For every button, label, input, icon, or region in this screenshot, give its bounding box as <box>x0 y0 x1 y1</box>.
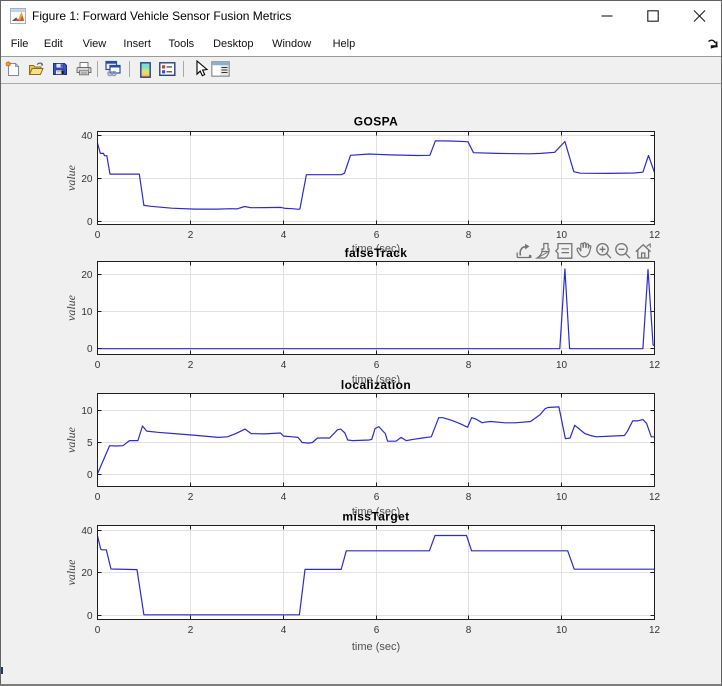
svg-text:12: 12 <box>649 625 661 636</box>
svg-text:2: 2 <box>188 360 194 371</box>
svg-text:10: 10 <box>81 406 93 417</box>
svg-text:0: 0 <box>87 470 93 481</box>
svg-text:8: 8 <box>466 625 472 636</box>
svg-text:GOSPA: GOSPA <box>354 114 398 128</box>
svg-text:10: 10 <box>81 307 93 318</box>
svg-text:10: 10 <box>556 625 568 636</box>
svg-text:10: 10 <box>556 360 568 371</box>
svg-text:value: value <box>64 294 78 321</box>
svg-text:0: 0 <box>95 625 101 636</box>
svg-text:6: 6 <box>374 360 380 371</box>
svg-text:12: 12 <box>649 492 661 503</box>
svg-text:2: 2 <box>188 625 194 636</box>
svg-text:6: 6 <box>374 492 380 503</box>
svg-text:5: 5 <box>87 438 93 449</box>
svg-text:time (sec): time (sec) <box>352 641 400 653</box>
svg-text:8: 8 <box>466 230 472 241</box>
svg-text:4: 4 <box>281 625 287 636</box>
svg-text:10: 10 <box>556 492 568 503</box>
svg-text:2: 2 <box>188 492 194 503</box>
svg-text:40: 40 <box>81 526 93 537</box>
svg-text:4: 4 <box>281 230 287 241</box>
svg-text:20: 20 <box>81 568 93 579</box>
svg-text:20: 20 <box>81 270 93 281</box>
svg-text:20: 20 <box>81 174 93 185</box>
svg-text:6: 6 <box>374 625 380 636</box>
svg-text:value: value <box>64 426 78 453</box>
svg-text:0: 0 <box>95 492 101 503</box>
svg-text:falseTrack: falseTrack <box>345 246 408 260</box>
svg-text:missTarget: missTarget <box>342 509 409 523</box>
svg-text:10: 10 <box>556 230 568 241</box>
svg-text:0: 0 <box>87 611 93 622</box>
svg-text:6: 6 <box>374 230 380 241</box>
svg-text:8: 8 <box>466 360 472 371</box>
svg-text:0: 0 <box>95 360 101 371</box>
svg-text:0: 0 <box>95 230 101 241</box>
svg-text:12: 12 <box>649 230 661 241</box>
svg-text:value: value <box>64 164 78 191</box>
svg-text:4: 4 <box>281 360 287 371</box>
svg-text:value: value <box>64 559 78 586</box>
svg-text:4: 4 <box>281 492 287 503</box>
svg-text:40: 40 <box>81 131 93 142</box>
svg-text:0: 0 <box>87 217 93 228</box>
svg-text:12: 12 <box>649 360 661 371</box>
svg-text:localization: localization <box>341 378 411 392</box>
svg-text:8: 8 <box>466 492 472 503</box>
svg-text:2: 2 <box>188 230 194 241</box>
svg-text:0: 0 <box>87 344 93 355</box>
